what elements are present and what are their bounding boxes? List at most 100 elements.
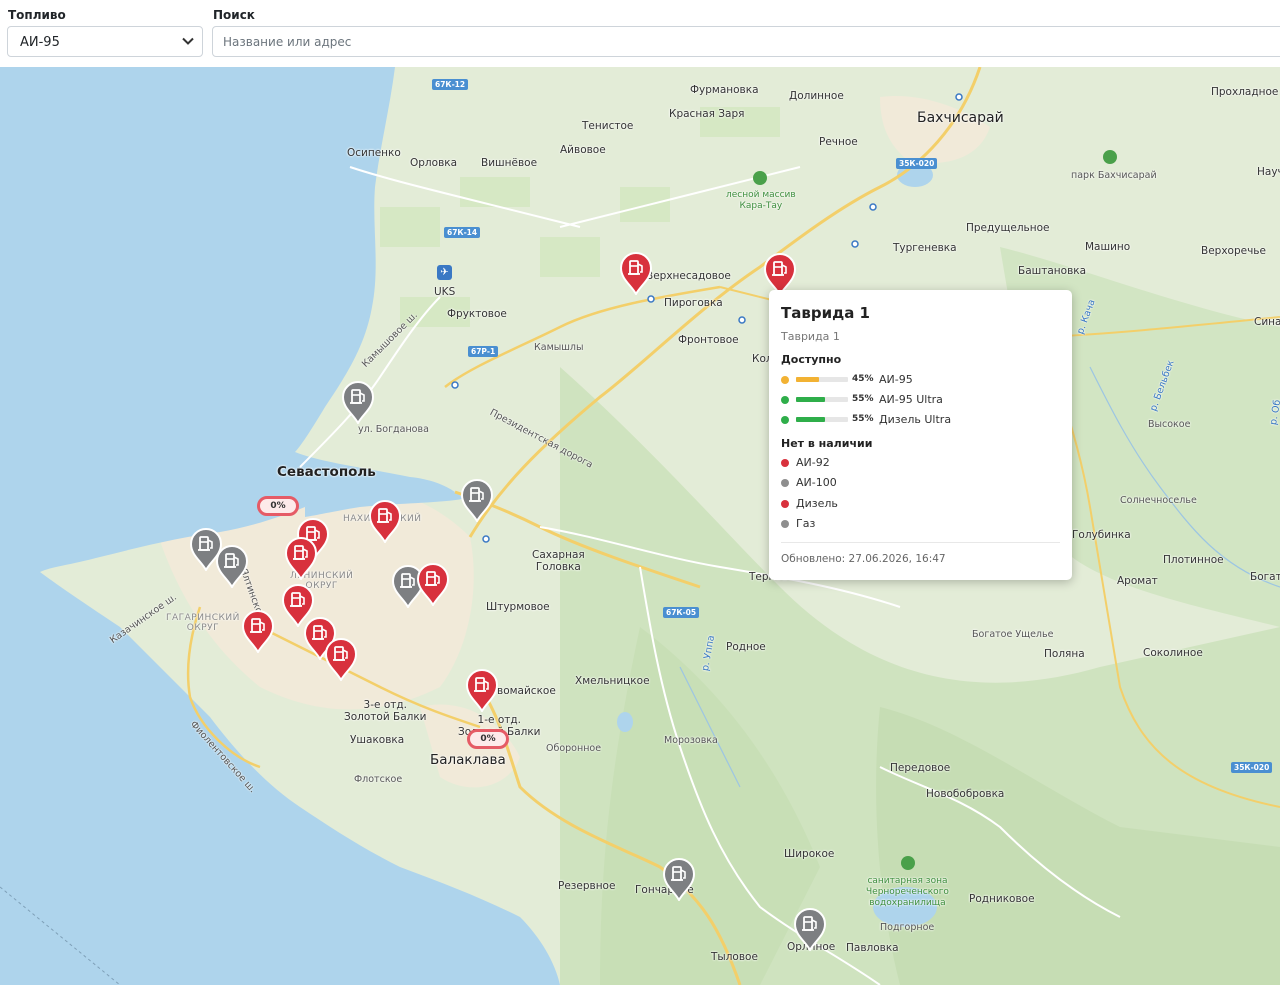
status-dot (781, 500, 789, 508)
map-base[interactable] (0, 67, 1280, 985)
map-label: Богатое Ущелье (972, 629, 1054, 640)
map-label: Науч (1257, 166, 1280, 178)
map-label: 3-е отд. Золотой Балки (344, 699, 427, 723)
map-label: парк Бахчисарай (1071, 170, 1157, 181)
fuel-pump-icon (368, 500, 402, 543)
map-label: Солнечноселье (1120, 495, 1197, 506)
map-label: Сина (1254, 316, 1280, 328)
map-label: санитарная зона Чернореченского водохран… (866, 876, 949, 908)
map-label: Айвовое (560, 144, 606, 156)
fuel-pump-icon (241, 610, 275, 653)
level-fill (796, 397, 825, 402)
fuel-row-available: 55% Дизель Ultra (781, 413, 1061, 427)
level-percent: 45% (852, 374, 874, 384)
level-bar (796, 377, 848, 382)
map-label: Баштановка (1018, 265, 1087, 277)
status-dot (781, 479, 789, 487)
map-label: Ушаковка (350, 734, 405, 746)
park-icon (753, 171, 767, 185)
fuel-name: Дизель (796, 497, 838, 510)
map-label: Резервное (558, 880, 616, 892)
status-dot (781, 376, 789, 384)
map-label: Передовое (890, 762, 951, 774)
map-label: Сахарная Головка (532, 549, 585, 573)
map-label: Флотское (354, 774, 403, 785)
map-label: Богат (1250, 571, 1280, 583)
fuel-row-unavailable: АИ-92 (781, 456, 1061, 470)
search-input[interactable] (212, 26, 1280, 57)
map-label: Пироговка (664, 297, 723, 309)
updated-timestamp: Обновлено: 27.06.2026, 16:47 (781, 553, 946, 565)
chevron-down-icon (182, 37, 194, 45)
park-icon (1103, 150, 1117, 164)
map-label: Долинное (789, 90, 844, 102)
fuel-name: АИ-95 (879, 373, 913, 386)
fuel-pump-icon (215, 545, 249, 588)
map-label: Вишнёвое (481, 157, 538, 169)
popup-title: Таврида 1 (781, 304, 870, 322)
fuel-row-unavailable: Дизель (781, 497, 1061, 511)
fuel-select[interactable]: АИ-95 (7, 26, 203, 57)
road-badge: 67Р-1 (468, 346, 499, 357)
status-dot (781, 459, 789, 467)
map-label: Голубинка (1072, 529, 1131, 541)
road-badge: 35К-020 (896, 158, 938, 169)
map-label: Балаклава (430, 752, 506, 768)
popup-divider (781, 542, 1060, 543)
fuel-station-marker[interactable] (341, 380, 375, 424)
fuel-station-marker[interactable] (368, 499, 402, 543)
map-label: Фруктовое (447, 308, 507, 320)
map-label: Севастополь (277, 464, 376, 480)
map-label: Фурмановка (690, 84, 759, 96)
map[interactable]: ✈ 67К-12 35К-020 67К-14 67Р-1 67К-05 35К… (0, 67, 1280, 985)
fuel-station-marker[interactable] (241, 609, 275, 653)
fuel-station-marker[interactable] (465, 668, 499, 712)
park-icon (901, 856, 915, 870)
road-badge: 35К-020 (1231, 762, 1273, 773)
filter-bar: Топливо АИ-95 Поиск (0, 0, 1280, 66)
map-label: ГАГАРИНСКИЙ ОКРУГ (166, 613, 240, 633)
fuel-station-marker[interactable] (284, 536, 318, 580)
fuel-station-marker[interactable] (793, 907, 827, 951)
fuel-pump-icon (416, 563, 450, 606)
map-label: Новобобровка (926, 788, 1005, 800)
level-percent: 55% (852, 394, 874, 404)
fuel-row-available: 55% АИ-95 Ultra (781, 393, 1061, 407)
fuel-station-marker[interactable] (215, 544, 249, 588)
map-label: Оборонное (546, 743, 602, 754)
price-badge[interactable]: 0% (467, 729, 509, 749)
map-label: Высокое (1148, 419, 1191, 430)
fuel-name: Газ (796, 517, 816, 530)
station-popup: Таврида 1 Таврида 1 Доступно 45% АИ-95 5… (769, 290, 1072, 580)
fuel-row-unavailable: АИ-100 (781, 476, 1061, 490)
fuel-station-marker[interactable] (416, 562, 450, 606)
map-label: Осипенко (347, 147, 401, 159)
airport-icon: ✈ (437, 265, 452, 280)
unavailable-header: Нет в наличии (781, 437, 873, 450)
map-label: Хмельницкое (575, 675, 650, 687)
map-label: Родное (726, 641, 766, 653)
map-label: UKS (434, 286, 456, 298)
fuel-name: АИ-95 Ultra (879, 393, 943, 406)
fuel-station-marker[interactable] (460, 478, 494, 522)
fuel-station-marker[interactable] (324, 637, 358, 681)
map-label: Речное (819, 136, 858, 148)
price-badge[interactable]: 0% (257, 496, 299, 516)
fuel-pump-icon (662, 858, 696, 901)
fuel-pump-icon (793, 908, 827, 951)
map-label: Машино (1085, 241, 1131, 253)
map-label: Предущельное (966, 222, 1050, 234)
map-label: ул. Богданова (358, 424, 429, 435)
fuel-select-value: АИ-95 (20, 35, 60, 50)
fuel-station-marker[interactable] (619, 251, 653, 295)
map-label: Штурмовое (486, 601, 550, 613)
map-label: Верхоречье (1201, 245, 1266, 257)
fuel-name: АИ-100 (796, 476, 837, 489)
map-label: Тыловое (711, 951, 758, 963)
map-label: Камышлы (534, 342, 584, 353)
map-label: Павловка (846, 942, 899, 954)
fuel-name: АИ-92 (796, 456, 830, 469)
fuel-row-unavailable: Газ (781, 517, 1061, 531)
fuel-name: Дизель Ultra (879, 413, 952, 426)
fuel-station-marker[interactable] (662, 857, 696, 901)
